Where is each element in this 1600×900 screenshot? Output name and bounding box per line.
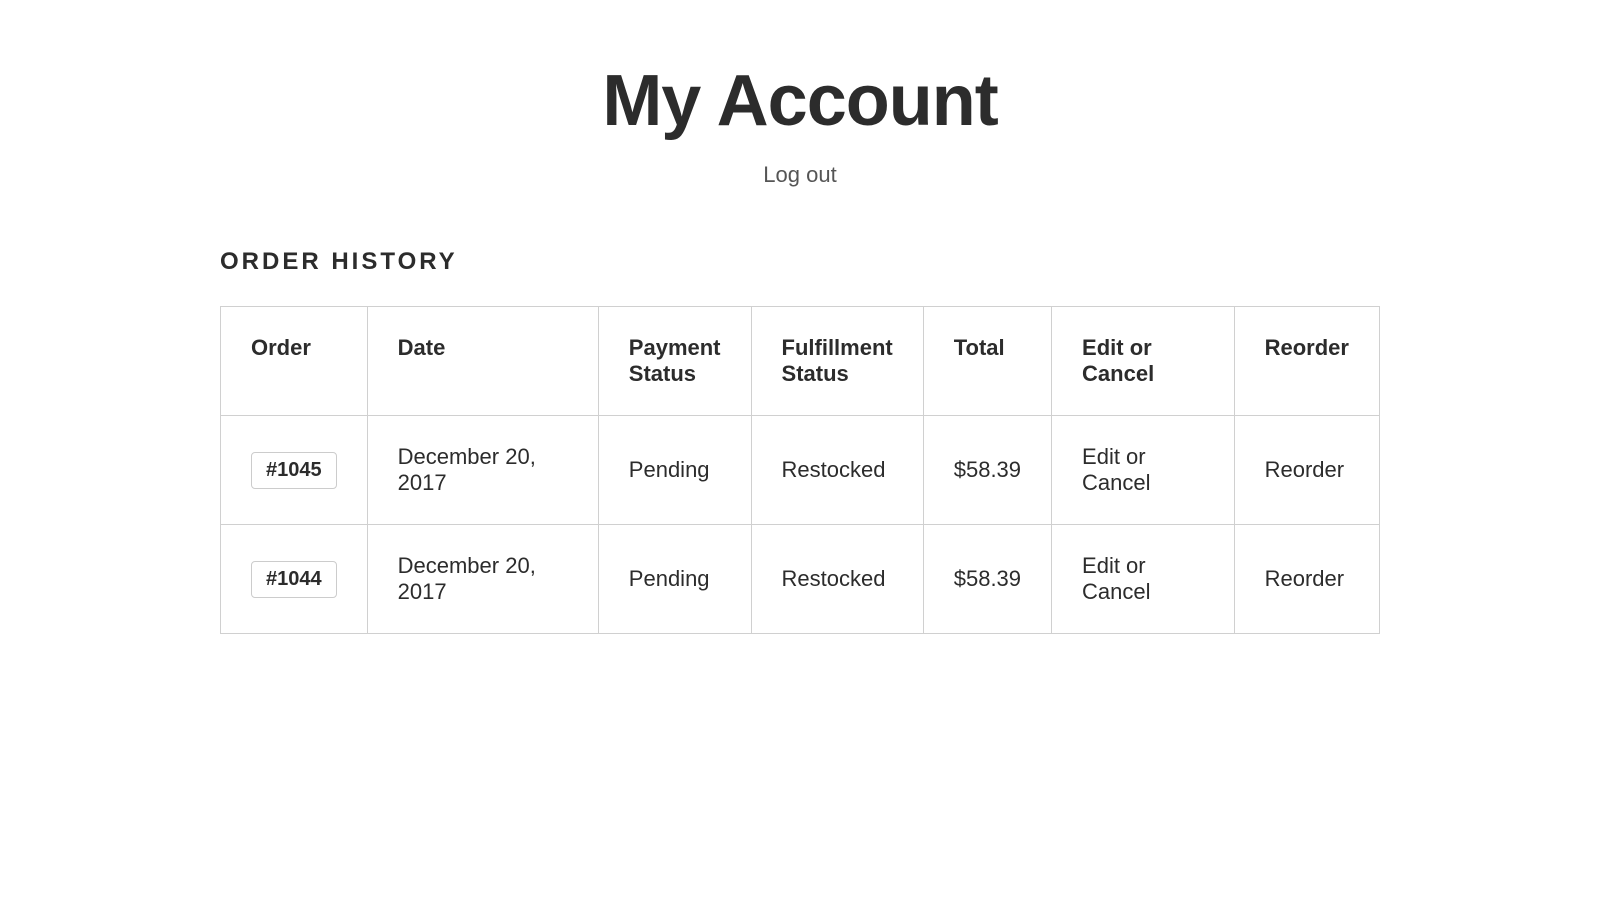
cell-date: December 20, 2017 xyxy=(367,416,598,525)
order-history-title: ORDER HISTORY xyxy=(220,248,1380,276)
cell-fulfillment-status: Restocked xyxy=(751,416,923,525)
table-row: #1044 December 20, 2017 Pending Restocke… xyxy=(221,525,1380,634)
order-number-badge[interactable]: #1045 xyxy=(251,452,337,489)
order-history-section: ORDER HISTORY Order Date PaymentStatus F… xyxy=(220,248,1380,634)
edit-cancel-link[interactable]: Edit or Cancel xyxy=(1082,444,1150,495)
reorder-link[interactable]: Reorder xyxy=(1265,566,1344,591)
page-header: My Account Log out xyxy=(220,60,1380,188)
table-row: #1045 December 20, 2017 Pending Restocke… xyxy=(221,416,1380,525)
cell-payment-status: Pending xyxy=(598,525,751,634)
cell-total: $58.39 xyxy=(923,416,1051,525)
table-header-row: Order Date PaymentStatus FulfillmentStat… xyxy=(221,307,1380,416)
col-header-payment-status: PaymentStatus xyxy=(598,307,751,416)
cell-order-number: #1045 xyxy=(221,416,368,525)
cell-reorder: Reorder xyxy=(1234,525,1379,634)
logout-link[interactable]: Log out xyxy=(763,162,836,187)
cell-order-number: #1044 xyxy=(221,525,368,634)
cell-date: December 20, 2017 xyxy=(367,525,598,634)
page-title: My Account xyxy=(220,60,1380,142)
cell-reorder: Reorder xyxy=(1234,416,1379,525)
orders-table: Order Date PaymentStatus FulfillmentStat… xyxy=(220,306,1380,634)
col-header-fulfillment-status: FulfillmentStatus xyxy=(751,307,923,416)
col-header-order: Order xyxy=(221,307,368,416)
page-container: My Account Log out ORDER HISTORY Order D… xyxy=(140,0,1460,694)
cell-total: $58.39 xyxy=(923,525,1051,634)
col-header-date: Date xyxy=(367,307,598,416)
cell-fulfillment-status: Restocked xyxy=(751,525,923,634)
col-header-total: Total xyxy=(923,307,1051,416)
cell-payment-status: Pending xyxy=(598,416,751,525)
cell-edit-cancel: Edit or Cancel xyxy=(1052,525,1235,634)
col-header-edit-cancel: Edit orCancel xyxy=(1052,307,1235,416)
col-header-reorder: Reorder xyxy=(1234,307,1379,416)
order-number-badge[interactable]: #1044 xyxy=(251,561,337,598)
reorder-link[interactable]: Reorder xyxy=(1265,457,1344,482)
cell-edit-cancel: Edit or Cancel xyxy=(1052,416,1235,525)
edit-cancel-link[interactable]: Edit or Cancel xyxy=(1082,553,1150,604)
